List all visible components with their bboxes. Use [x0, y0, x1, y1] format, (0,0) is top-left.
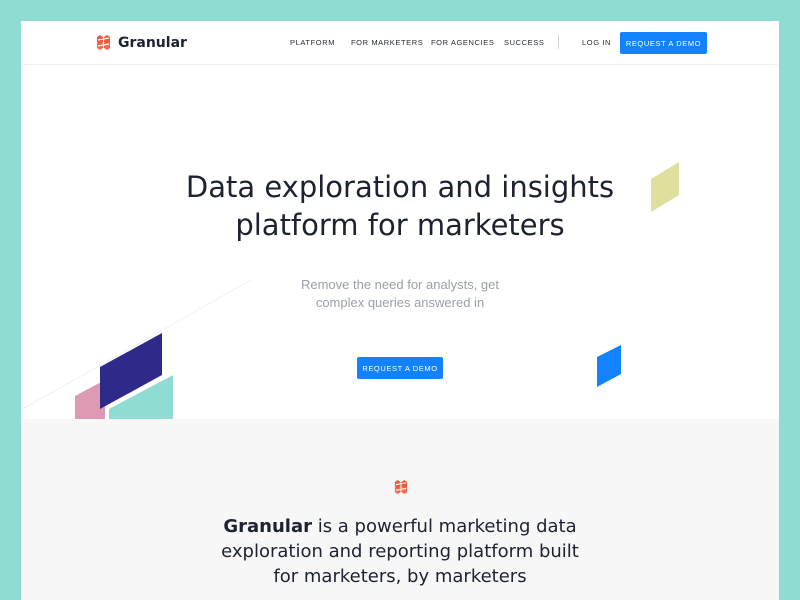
hero-title: Data exploration and insights platform f… [21, 168, 779, 244]
nav-for-agencies[interactable]: FOR AGENCIES [431, 38, 494, 47]
hero-subtitle-line-2: complex queries answered in [315, 295, 485, 310]
about-line-1-rest: is a powerful marketing data [311, 516, 577, 537]
site-header: Granular PLATFORM FOR MARKETERS FOR AGEN… [21, 21, 779, 65]
nav-success[interactable]: SUCCESS [504, 38, 544, 47]
request-demo-button-hero[interactable]: REQUEST A DEMO [357, 357, 443, 379]
hero-title-line-1: Data exploration and insights [185, 170, 615, 204]
about-section: Granular is a powerful marketing data ex… [21, 419, 779, 600]
about-brand-name: Granular [223, 516, 312, 537]
request-demo-button-header[interactable]: REQUEST A DEMO [620, 32, 707, 54]
decorative-blue-shape [597, 345, 621, 387]
page-frame: Granular PLATFORM FOR MARKETERS FOR AGEN… [21, 21, 779, 600]
nav-divider [558, 35, 559, 49]
about-text: Granular is a powerful marketing data ex… [21, 514, 779, 589]
nav-for-marketers[interactable]: FOR MARKETERS [351, 38, 423, 47]
about-line-2: exploration and reporting platform built [221, 541, 579, 562]
hero-subtitle: Remove the need for analysts, get comple… [21, 276, 779, 312]
hero-subtitle-line-1: Remove the need for analysts, get [300, 277, 499, 292]
hero-section: Data exploration and insights platform f… [21, 65, 779, 440]
about-line-3: for marketers, by marketers [273, 566, 527, 587]
granular-logo-icon [394, 479, 408, 495]
about-line-1: Granular is a powerful marketing data [21, 514, 779, 539]
nav-log-in[interactable]: LOG IN [582, 38, 611, 47]
nav-platform[interactable]: PLATFORM [290, 38, 335, 47]
hero-title-line-2: platform for marketers [235, 208, 565, 242]
